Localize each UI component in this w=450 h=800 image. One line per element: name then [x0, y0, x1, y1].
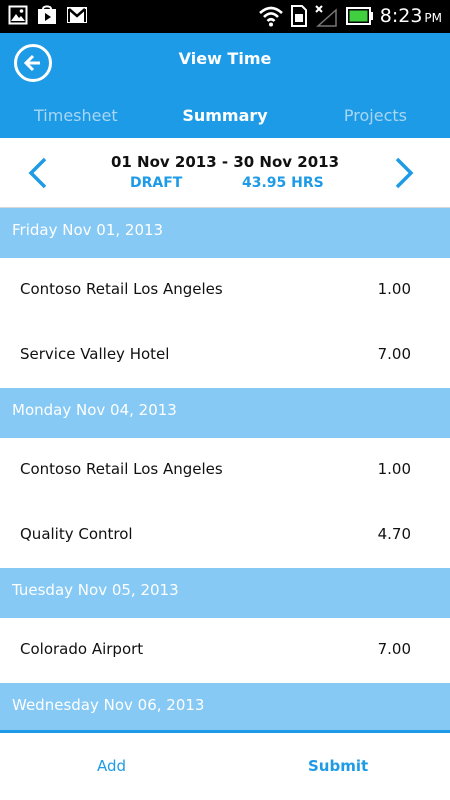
- tab-summary[interactable]: Summary: [182, 106, 267, 125]
- period-total-hours: 43.95 HRS: [242, 175, 324, 191]
- tab-projects[interactable]: Projects: [344, 106, 407, 125]
- day-header: Monday Nov 04, 2013: [0, 388, 450, 438]
- day-header: Friday Nov 01, 2013: [0, 208, 450, 258]
- entry-project-name: Service Valley Hotel: [20, 345, 170, 363]
- day-header: Tuesday Nov 05, 2013: [0, 568, 450, 618]
- time-entry-row[interactable]: Colorado Airport 7.00: [0, 618, 450, 683]
- battery-icon: [345, 7, 373, 25]
- entry-project-name: Colorado Airport: [20, 640, 144, 658]
- tab-bar: Timesheet Summary Projects: [0, 103, 450, 133]
- entry-project-name: Contoso Retail Los Angeles: [20, 280, 223, 298]
- entry-project-name: Contoso Retail Los Angeles: [20, 460, 223, 478]
- period-navigator: 01 Nov 2013 - 30 Nov 2013 DRAFT 43.95 HR…: [0, 138, 450, 208]
- bottom-action-bar: Add Submit: [0, 730, 450, 800]
- clock-ampm: PM: [424, 11, 442, 25]
- notification-icons: [8, 5, 88, 25]
- status-bar: 8:23 PM: [0, 0, 450, 33]
- entry-hours: 1.00: [377, 460, 411, 478]
- entry-hours: 7.00: [377, 640, 411, 658]
- entry-hours: 4.70: [377, 525, 411, 543]
- time-entry-row[interactable]: Service Valley Hotel 7.00: [0, 323, 450, 388]
- next-period-button[interactable]: [391, 156, 417, 190]
- gmail-icon: [67, 7, 87, 23]
- clock: 8:23 PM: [380, 5, 442, 27]
- time-entry-list[interactable]: Friday Nov 01, 2013 Contoso Retail Los A…: [0, 208, 450, 730]
- no-signal-icon: [315, 5, 337, 27]
- day-header: Wednesday Nov 06, 2013: [0, 683, 450, 730]
- period-range: 01 Nov 2013 - 30 Nov 2013: [110, 153, 340, 171]
- tab-timesheet[interactable]: Timesheet: [34, 106, 118, 125]
- entry-project-name: Quality Control: [20, 525, 133, 543]
- submit-button[interactable]: Submit: [308, 757, 368, 775]
- play-store-icon: [38, 5, 56, 24]
- time-entry-row[interactable]: Contoso Retail Los Angeles 1.00: [0, 438, 450, 503]
- period-status-badge: DRAFT: [130, 175, 183, 191]
- app-header: View Time Timesheet Summary Projects: [0, 33, 450, 138]
- page-title: View Time: [178, 49, 272, 68]
- entry-hours: 1.00: [377, 280, 411, 298]
- time-entry-row[interactable]: Quality Control 4.70: [0, 503, 450, 568]
- wifi-icon: [258, 6, 283, 27]
- entry-hours: 7.00: [377, 345, 411, 363]
- add-button[interactable]: Add: [97, 757, 126, 775]
- time-entry-row[interactable]: Contoso Retail Los Angeles 1.00: [0, 258, 450, 323]
- gallery-icon: [8, 5, 28, 25]
- system-icons: 8:23 PM: [258, 4, 442, 28]
- clock-time: 8:23: [379, 5, 423, 27]
- sim-icon: [290, 5, 307, 27]
